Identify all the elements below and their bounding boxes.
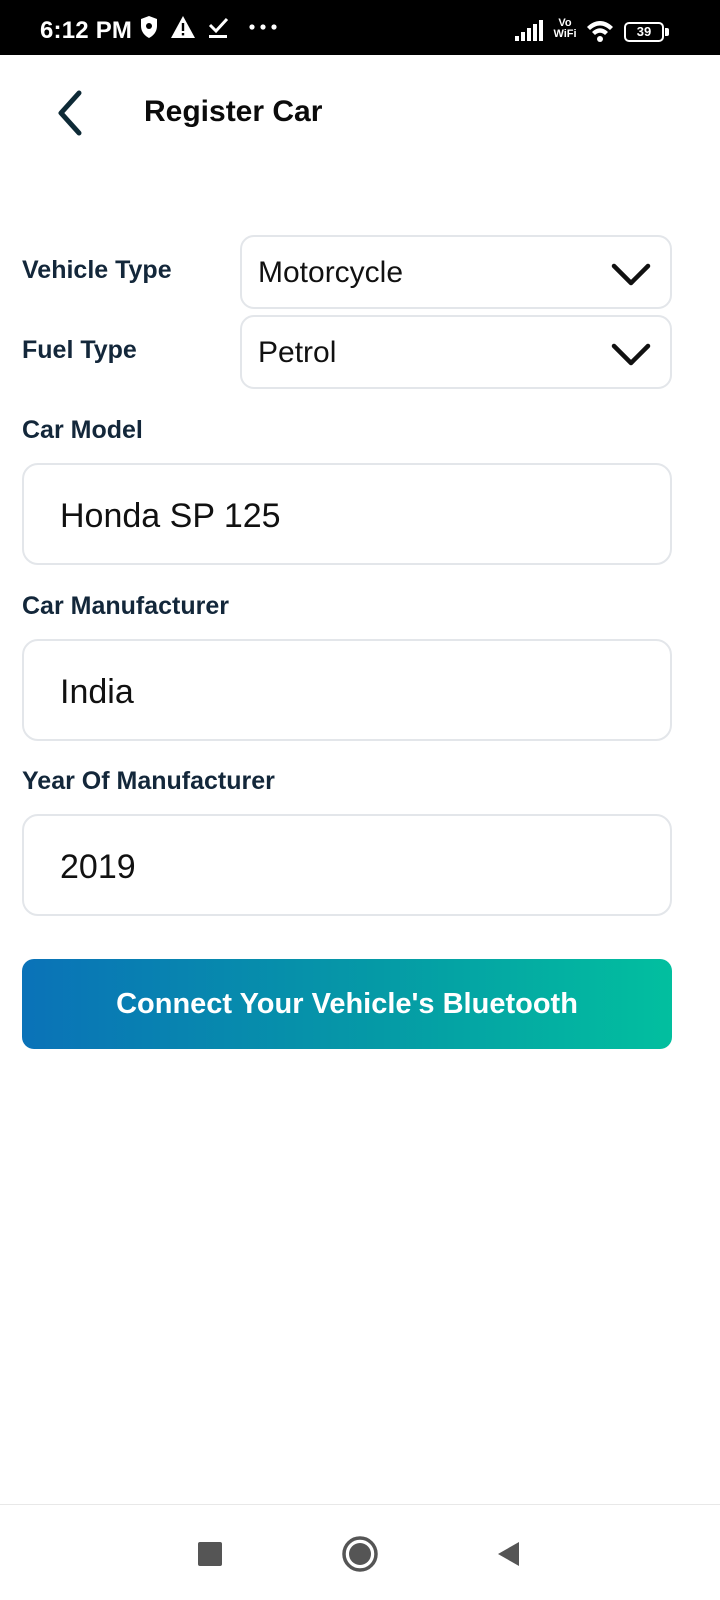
- recents-button[interactable]: [180, 1528, 240, 1584]
- download-check-icon: [206, 14, 230, 40]
- back-triangle-icon: [495, 1540, 521, 1573]
- vehicle-type-label: Vehicle Type: [22, 256, 172, 284]
- vowifi-icon: Vo WiFi: [550, 18, 580, 40]
- alert-icon: [170, 14, 196, 40]
- status-bar: 6:12 PM Vo WiFi 39: [0, 0, 720, 55]
- chevron-down-icon: [610, 339, 652, 369]
- battery-level: 39: [636, 24, 652, 39]
- vehicle-type-select[interactable]: Motorcycle: [240, 235, 672, 309]
- page-title: Register Car: [144, 95, 323, 128]
- car-manufacturer-label: Car Manufacturer: [22, 592, 229, 620]
- car-manufacturer-input[interactable]: India: [22, 639, 672, 741]
- year-of-manufacturer-value: 2019: [60, 848, 136, 886]
- vowifi-bottom-text: WiFi: [553, 28, 577, 40]
- car-model-label: Car Model: [22, 416, 143, 444]
- home-circle-icon: [341, 1535, 379, 1578]
- signal-icon: [514, 20, 544, 47]
- fuel-type-select[interactable]: Petrol: [240, 315, 672, 389]
- shield-icon: [138, 14, 160, 40]
- more-dots-icon: [248, 14, 278, 40]
- year-of-manufacturer-label: Year Of Manufacturer: [22, 767, 275, 795]
- car-model-input[interactable]: Honda SP 125: [22, 463, 672, 565]
- chevron-down-icon: [610, 259, 652, 289]
- year-of-manufacturer-input[interactable]: 2019: [22, 814, 672, 916]
- home-button[interactable]: [330, 1528, 390, 1584]
- back-button[interactable]: [44, 86, 96, 144]
- chevron-left-icon: [55, 90, 85, 141]
- fuel-type-label: Fuel Type: [22, 336, 137, 364]
- back-nav-button[interactable]: [478, 1528, 538, 1584]
- nav-divider: [0, 1504, 720, 1505]
- battery-icon: 39: [624, 22, 670, 42]
- status-time: 6:12 PM: [40, 17, 133, 44]
- fuel-type-value: Petrol: [258, 336, 337, 369]
- wifi-icon: [586, 20, 614, 47]
- car-manufacturer-value: India: [60, 673, 134, 711]
- vehicle-type-value: Motorcycle: [258, 256, 404, 289]
- recents-square-icon: [197, 1541, 223, 1572]
- car-model-value: Honda SP 125: [60, 497, 281, 535]
- connect-bluetooth-button[interactable]: Connect Your Vehicle's Bluetooth: [22, 959, 672, 1049]
